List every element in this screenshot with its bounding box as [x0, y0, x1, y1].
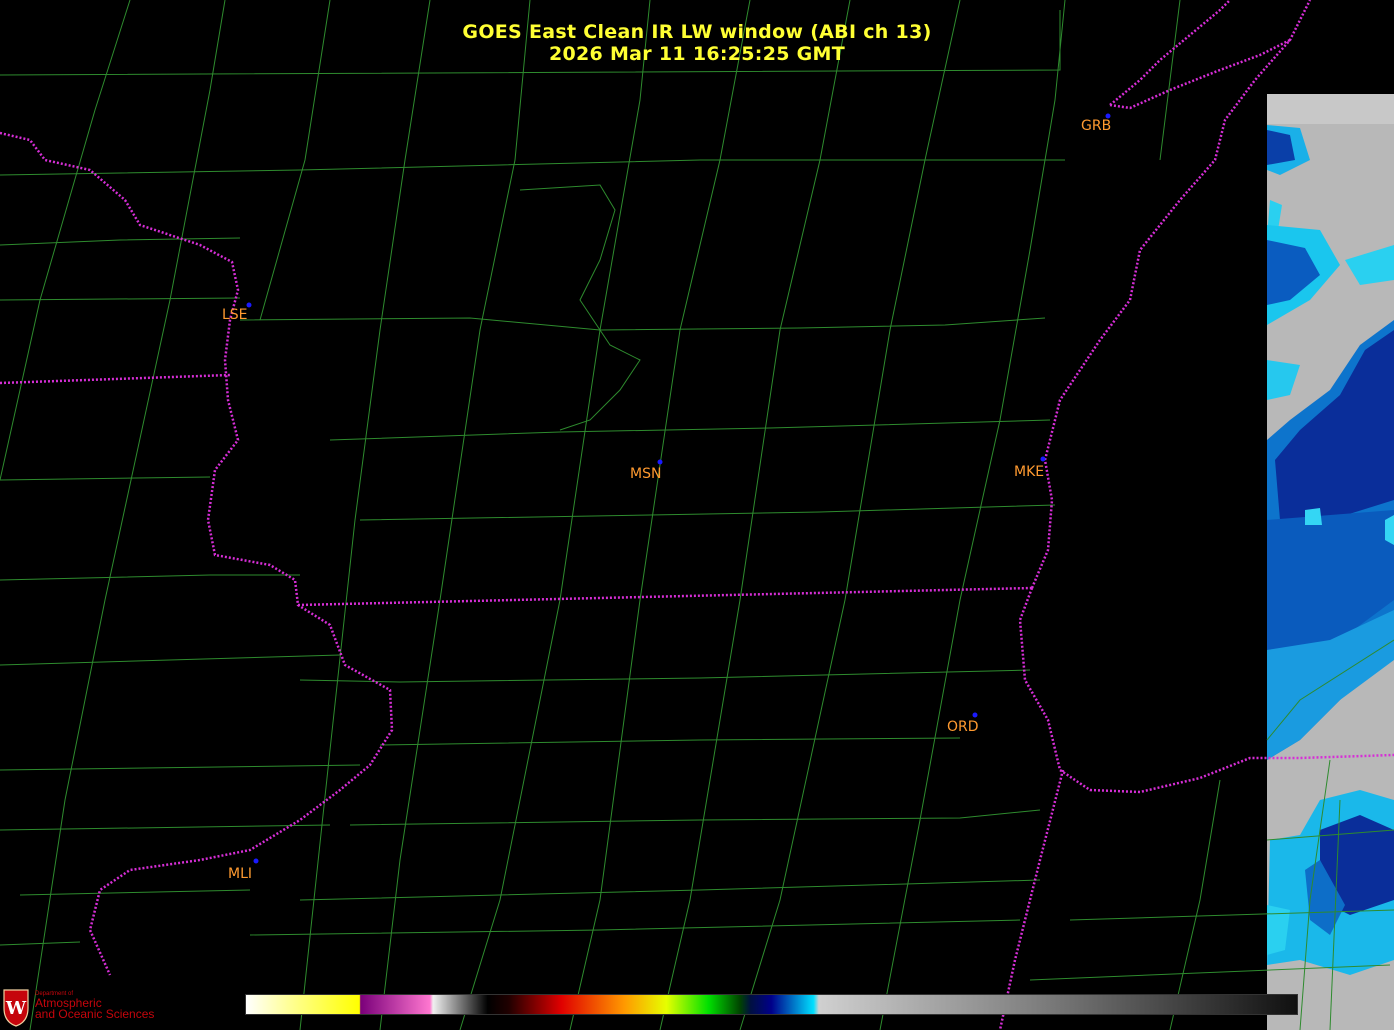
satellite-imagery — [1267, 94, 1394, 1030]
map-title: GOES East Clean IR LW window (ABI ch 13) — [462, 21, 932, 43]
state-borders — [0, 0, 1394, 1030]
city-label-mli: MLI — [228, 866, 252, 882]
map-timestamp: 2026 Mar 11 16:25:25 GMT — [548, 43, 846, 65]
aos-logo: W Department of Atmospheric and Oceanic … — [3, 989, 154, 1027]
colorbar-gradient — [246, 995, 1297, 1014]
temperature-colorbar — [245, 994, 1298, 1015]
city-dot-ord — [972, 712, 978, 718]
city-label-mke: MKE — [1014, 464, 1044, 480]
city-dot-mke — [1040, 456, 1046, 462]
city-label-msn: MSN — [630, 466, 661, 482]
city-ord: ORD — [947, 712, 979, 735]
city-dot-msn — [657, 459, 663, 465]
crest-letter: W — [5, 998, 27, 1019]
city-grb: GRB — [1081, 113, 1111, 134]
uw-crest-icon: W — [3, 989, 29, 1027]
city-dot-mli — [253, 858, 259, 864]
city-lse: LSE — [222, 302, 252, 323]
satellite-map-page: GRB LSE MSN MKE ORD MLI GOES East Clean … — [0, 0, 1394, 1030]
city-label-grb: GRB — [1081, 118, 1111, 134]
city-label-lse: LSE — [222, 307, 248, 323]
logo-line3: and Oceanic Sciences — [35, 1007, 154, 1021]
city-mli: MLI — [228, 858, 259, 882]
map-canvas: GRB LSE MSN MKE ORD MLI — [0, 0, 1394, 1030]
city-mke: MKE — [1014, 456, 1046, 480]
city-label-ord: ORD — [947, 719, 979, 735]
city-msn: MSN — [630, 459, 663, 482]
city-markers: GRB LSE MSN MKE ORD MLI — [222, 113, 1111, 882]
